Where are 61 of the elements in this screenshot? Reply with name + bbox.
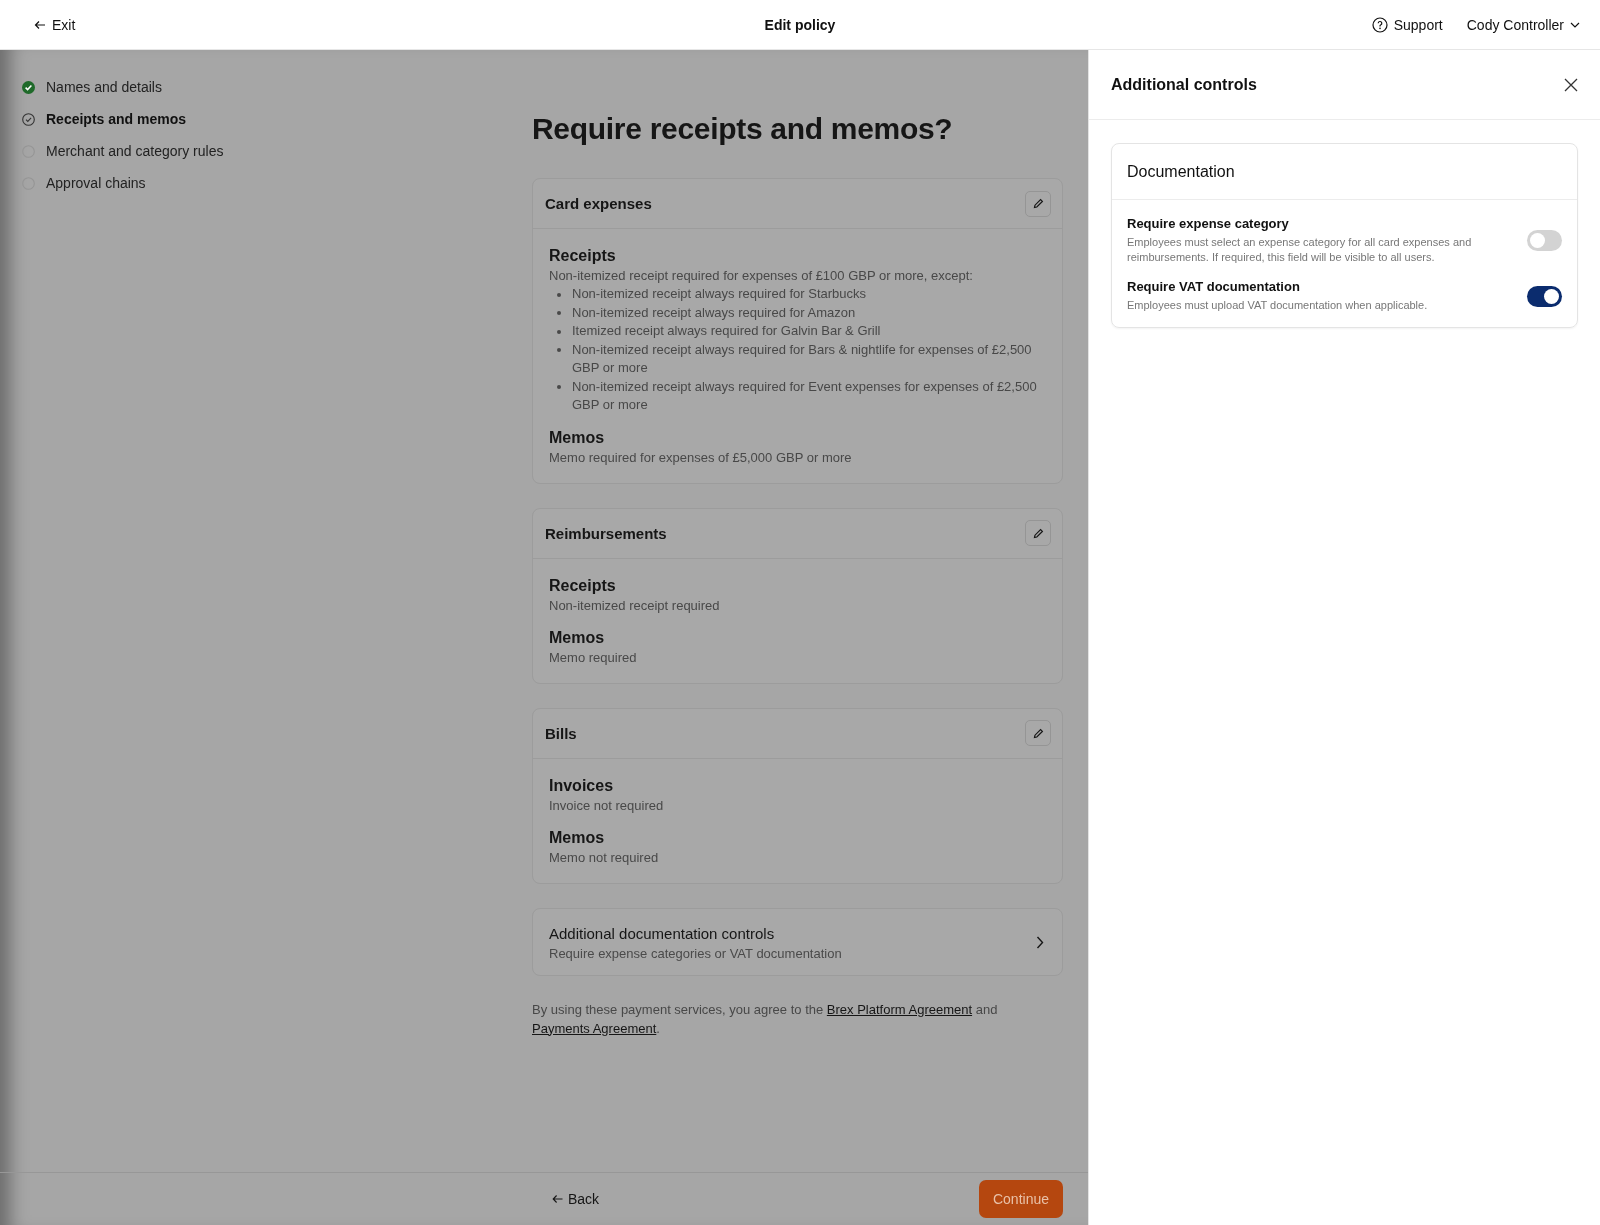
block-text: Invoice not required bbox=[549, 796, 665, 815]
edit-button[interactable] bbox=[1025, 720, 1051, 746]
step-link[interactable]: Receipts and memos bbox=[46, 111, 187, 127]
step-link[interactable]: Approval chains bbox=[46, 175, 146, 191]
pencil-icon bbox=[1032, 527, 1044, 539]
block-title: Memos bbox=[549, 428, 606, 447]
block-title: Invoices bbox=[549, 776, 615, 795]
bullet-text: Non-itemized receipt always required for Starbucks bbox=[572, 285, 867, 303]
bullet-icon bbox=[557, 329, 561, 334]
panel-title: Additional controls bbox=[1111, 75, 1257, 94]
card-subtitle: Require expense categories or VAT documentation bbox=[549, 945, 842, 961]
bullet-icon bbox=[557, 311, 561, 315]
setting-description: Employees must upload VAT documentation when applicable. bbox=[1127, 298, 1429, 313]
agreement-link[interactable]: Brex Platform Agreement bbox=[826, 1001, 973, 1017]
block-title: Memos bbox=[549, 828, 606, 847]
agreement-text: By using these payment services, you agree to the Brex Platform Agreement and Payments Agreement. bbox=[532, 1000, 999, 1038]
bullet-text: Non-itemized receipt always required for Amazon bbox=[572, 303, 856, 322]
user-menu[interactable]: Cody Controller bbox=[1466, 16, 1580, 33]
page-title: Edit policy bbox=[764, 16, 836, 33]
support-button[interactable]: Support bbox=[1371, 16, 1443, 33]
block-text: Non-itemized receipt required bbox=[549, 596, 721, 615]
block-text: Memo required bbox=[549, 648, 638, 667]
exit-link[interactable]: Exit bbox=[34, 16, 76, 33]
arrow-left-icon bbox=[34, 18, 46, 31]
edit-button[interactable] bbox=[1025, 520, 1051, 546]
setting-label: Require VAT documentation bbox=[1127, 279, 1301, 294]
bullet-icon bbox=[557, 348, 561, 352]
bullet-icon bbox=[557, 385, 561, 389]
close-button[interactable] bbox=[1564, 77, 1578, 92]
close-icon bbox=[1564, 77, 1578, 92]
setting-label: Require expense category bbox=[1127, 216, 1290, 231]
pencil-icon bbox=[1032, 727, 1044, 739]
block-text: Memo required for expenses of £5,000 GBP or more bbox=[549, 448, 853, 467]
pencil-icon bbox=[1032, 198, 1044, 209]
step-link[interactable]: Names and details bbox=[46, 79, 162, 95]
block-title: Receipts bbox=[549, 247, 617, 265]
documentation-controls-card[interactable]: Additional documentation controls Require expense categories or VAT documentation bbox=[532, 907, 1063, 976]
bullet-icon bbox=[557, 292, 561, 297]
chevron-right-icon bbox=[1036, 936, 1044, 949]
setting-description: Employees must select an expense category for all card expenses and reimbursements. If required, this field will be visible to all users. bbox=[1127, 235, 1473, 265]
bullet-text: Non-itemized receipt always required for Event expenses for expenses of £2,500 GBP or more bbox=[572, 377, 1038, 414]
page-heading: Require receipts and memos? bbox=[532, 112, 954, 146]
card-title: Card expenses bbox=[545, 195, 652, 212]
chevron-down-icon bbox=[1570, 21, 1580, 28]
step-link[interactable]: Merchant and category rules bbox=[46, 143, 224, 159]
card-title: Documentation bbox=[1112, 144, 1577, 200]
card-title: Reimbursements bbox=[545, 524, 667, 542]
bullet-text: Itemized receipt always required for Galvin Bar & Grill bbox=[572, 322, 881, 340]
card-title: Additional documentation controls bbox=[549, 924, 776, 942]
block-title: Receipts bbox=[549, 576, 617, 595]
bullet-text: Non-itemized receipt always required for Bars & nightlife for expenses of £2,500 GBP or more bbox=[572, 340, 1033, 377]
back-button[interactable]: Back bbox=[552, 1191, 600, 1207]
arrow-left-icon bbox=[552, 1194, 563, 1204]
block-text: Non-itemized receipt required for expenses of £100 GBP or more, except: bbox=[549, 267, 974, 285]
block-title: Memos bbox=[549, 628, 606, 647]
help-icon bbox=[1371, 16, 1388, 33]
card-title: Bills bbox=[545, 724, 577, 742]
toggle-switch[interactable] bbox=[1527, 285, 1562, 307]
toggle-switch[interactable] bbox=[1527, 230, 1562, 251]
edit-button[interactable] bbox=[1025, 190, 1051, 217]
block-text: Memo not required bbox=[549, 848, 660, 867]
